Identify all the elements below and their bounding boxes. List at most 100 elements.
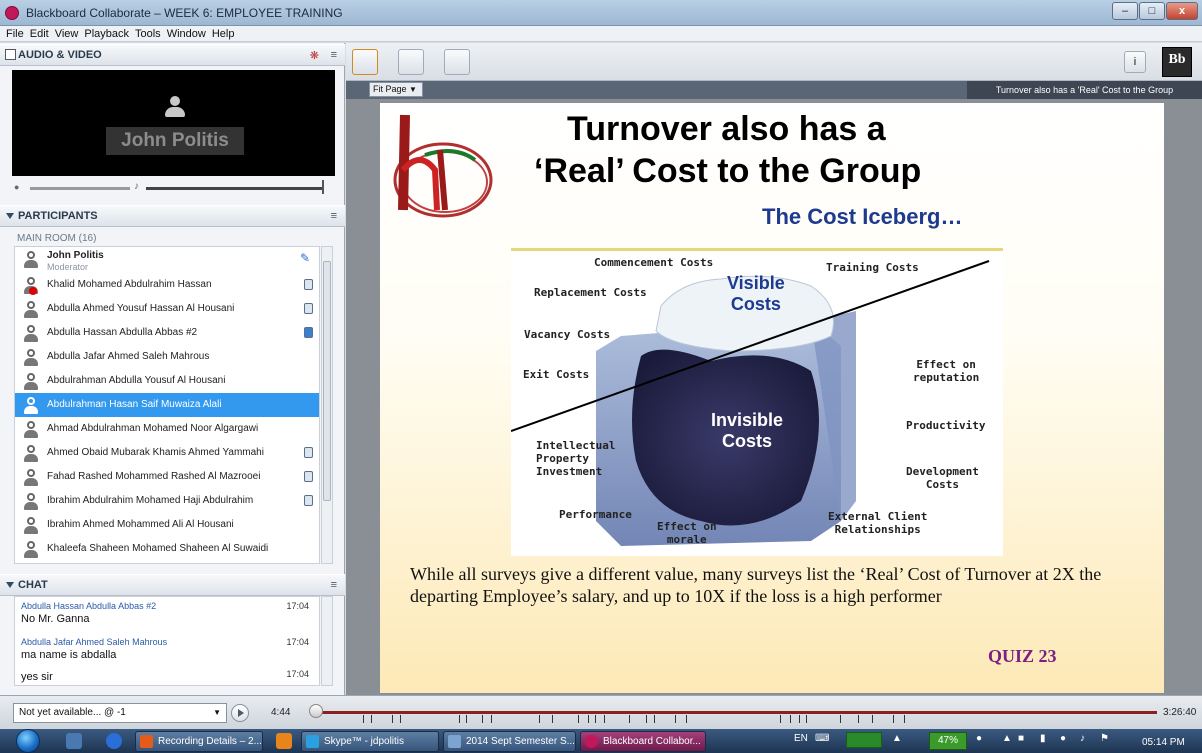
iceberg-label: Productivity (906, 419, 986, 432)
timeline-event-tick (588, 715, 589, 723)
mic-volume-slider[interactable] (30, 187, 130, 190)
iceberg-label: Intellectual Property Investment (536, 439, 616, 478)
menu-help[interactable]: Help (209, 26, 238, 42)
panel-menu-icon[interactable]: ≡ (331, 579, 337, 591)
iceberg-label: Development Costs (906, 465, 979, 491)
video-area (12, 70, 335, 176)
tray-expand-icon[interactable]: ▲ (1002, 733, 1012, 744)
participant-name: Khaleefa Shaheen Mohamed Shaheen Al Suwa… (47, 543, 269, 554)
settings-icon[interactable]: ❋ (310, 49, 319, 62)
participant-row-selected[interactable]: Abdulrahman Hasan Saif Muwaiza Alali (15, 393, 319, 417)
timeline-scrubber[interactable] (309, 704, 323, 718)
timeline-event-tick (400, 715, 401, 723)
flag-icon[interactable]: ⚑ (1100, 733, 1109, 744)
explorer-icon[interactable] (66, 733, 82, 749)
volume-handle[interactable] (322, 180, 324, 194)
participant-name: Fahad Rashed Mohammed Rashed Al Mazrooei (47, 471, 261, 482)
internet-explorer-icon[interactable] (106, 733, 122, 749)
blackboard-logo-icon: Bb (1162, 47, 1192, 77)
battery-indicator[interactable]: 47% (929, 732, 967, 750)
participant-row[interactable]: Ahmed Obaid Mubarak Khamis Ahmed Yammahi (15, 441, 319, 465)
chat-title: CHAT (18, 579, 48, 591)
menu-file[interactable]: File (0, 26, 27, 42)
whiteboard-toolbar: i Bb (346, 43, 1202, 81)
speaker-volume-slider[interactable] (146, 187, 322, 190)
participant-row[interactable]: Abdulla Hassan Abdulla Abbas #2 (15, 321, 319, 345)
scroll-thumb[interactable] (323, 261, 331, 501)
menu-tools[interactable]: Tools (132, 26, 164, 42)
participant-row[interactable]: Ibrahim Ahmed Mohammed Ali Al Housani (15, 513, 319, 537)
taskbar-button-active[interactable]: Blackboard Collabor... (580, 731, 706, 752)
participant-row[interactable]: Khalid Mohamed Abdulrahim Hassan (15, 273, 319, 297)
whiteboard-tool-icon[interactable] (352, 49, 378, 75)
maximize-button[interactable]: □ (1139, 2, 1165, 20)
participant-row[interactable]: Fahad Rashed Mohammed Rashed Al Mazrooei (15, 465, 319, 489)
powerpoint-icon[interactable] (276, 733, 292, 749)
participant-row[interactable]: Abdulla Ahmed Yousuf Hassan Al Housani (15, 297, 319, 321)
participants-scrollbar[interactable] (321, 246, 333, 564)
menu-playback[interactable]: Playback (81, 26, 132, 42)
recording-select[interactable]: Not yet available... @ -1 ▼ (13, 703, 227, 723)
tray-app-icon[interactable]: ■ (1018, 733, 1024, 744)
network-graph-icon[interactable] (846, 732, 882, 748)
timeline-event-tick (904, 715, 905, 723)
menu-edit[interactable]: Edit (27, 26, 52, 42)
user-icon (23, 301, 39, 319)
fit-page-select[interactable]: Fit Page ▼ (369, 82, 423, 97)
keyboard-icon[interactable]: ⌨ (815, 733, 829, 744)
collapse-arrow-icon[interactable] (6, 582, 14, 588)
participant-row-moderator[interactable]: John Politis Moderator ✎ (15, 247, 319, 273)
alert-icon (29, 287, 37, 295)
timeline-event-tick (799, 715, 800, 723)
iceberg-visible-label: Visible Costs (727, 273, 785, 314)
panel-menu-icon[interactable]: ≡ (331, 49, 337, 61)
panel-menu-icon[interactable]: ≡ (331, 210, 337, 222)
microphone-icon: ● (14, 182, 20, 192)
collapse-icon[interactable] (5, 49, 16, 60)
slide-title-tab: Turnover also has a 'Real' Cost to the G… (967, 81, 1202, 99)
minimize-button[interactable]: – (1112, 2, 1138, 20)
device-icon (304, 495, 313, 506)
taskbar-button[interactable]: Recording Details – 2... (135, 731, 263, 752)
user-icon (23, 445, 39, 463)
participant-row[interactable]: Ahmad Abdulrahman Mohamed Noor Algargawi (15, 417, 319, 441)
power-icon[interactable]: ● (1060, 733, 1066, 744)
taskbar-button[interactable]: Skype™ - jdpolitis (301, 731, 439, 752)
wireless-icon[interactable]: ▲ (892, 733, 902, 744)
chat-header[interactable]: CHAT ≡ (0, 574, 345, 596)
chat-time: 17:04 (286, 669, 309, 679)
participant-name: Ibrahim Abdulrahim Mohamed Haji Abdulrah… (47, 495, 254, 506)
signal-icon[interactable]: ▮ (1040, 733, 1046, 744)
chat-time: 17:04 (286, 637, 309, 647)
menu-view[interactable]: View (52, 26, 82, 42)
participant-row[interactable]: Ibrahim Abdulrahim Mohamed Haji Abdulrah… (15, 489, 319, 513)
blackboard-app-icon (5, 6, 19, 20)
info-icon[interactable]: i (1124, 51, 1146, 73)
bluetooth-icon[interactable]: ● (976, 733, 982, 744)
user-icon (23, 469, 39, 487)
chat-message: yes sir (21, 671, 53, 683)
system-clock[interactable]: 05:14 PM (1142, 737, 1185, 748)
menu-window[interactable]: Window (164, 26, 209, 42)
participant-name: Ibrahim Ahmed Mohammed Ali Al Housani (47, 519, 234, 530)
user-icon (23, 349, 39, 367)
audio-video-header[interactable]: AUDIO & VIDEO ❋ ≡ (0, 44, 345, 66)
collapse-arrow-icon[interactable] (6, 213, 14, 219)
taskbar-button[interactable]: 2014 Sept Semester S... (443, 731, 576, 752)
timeline-track[interactable] (318, 711, 1157, 714)
slide-quiz-label: QUIZ 23 (988, 646, 1057, 666)
volume-icon[interactable]: ♪ (1080, 733, 1085, 744)
play-button[interactable] (231, 704, 249, 722)
app-share-icon[interactable] (398, 49, 424, 75)
participants-header[interactable]: PARTICIPANTS ≡ (0, 205, 345, 227)
participant-name: Abdulla Hassan Abdulla Abbas #2 (47, 327, 198, 338)
mic-talk-icon[interactable]: ✎ (300, 251, 310, 265)
web-tour-icon[interactable] (444, 49, 470, 75)
participant-row[interactable]: Abdulrahman Abdulla Yousuf Al Housani (15, 369, 319, 393)
close-button[interactable]: x (1166, 2, 1198, 20)
language-indicator[interactable]: EN (794, 733, 808, 744)
chat-scrollbar[interactable] (321, 596, 333, 686)
start-button[interactable] (14, 729, 44, 753)
participant-row[interactable]: Khaleefa Shaheen Mohamed Shaheen Al Suwa… (15, 537, 319, 561)
participant-row[interactable]: Abdulla Jafar Ahmed Saleh Mahrous (15, 345, 319, 369)
